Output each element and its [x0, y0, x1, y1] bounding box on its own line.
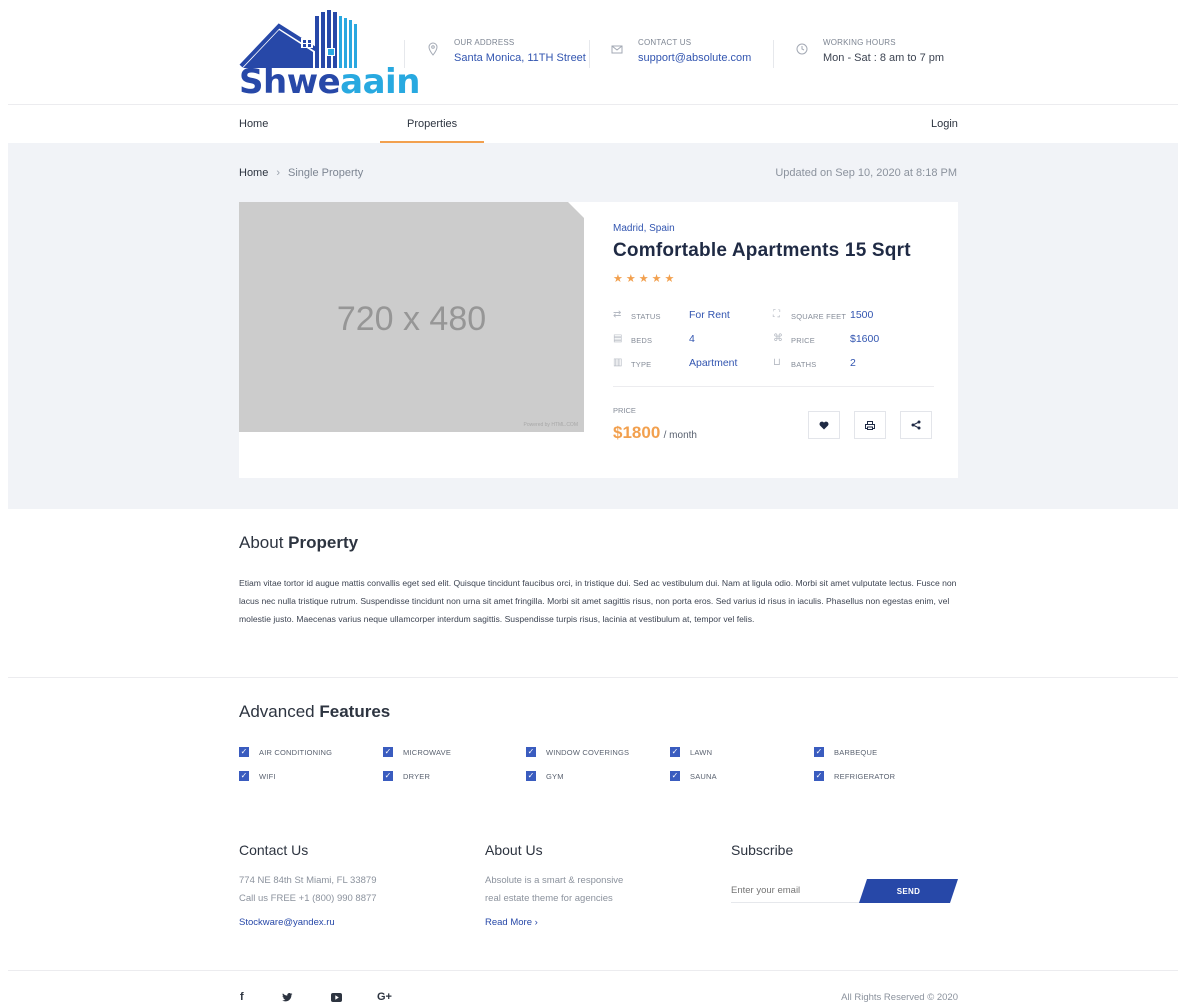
- checkbox-checked-icon: ✓: [383, 771, 393, 781]
- clock-icon: [796, 42, 810, 56]
- favorite-button[interactable]: [808, 411, 840, 439]
- spec-baths: ⊔ BATHS 2: [773, 357, 913, 371]
- spec-value: $1600: [850, 333, 880, 345]
- about-text: Etiam vitae tortor id augue mattis conva…: [239, 578, 957, 624]
- address-label: OUR ADDRESS: [454, 38, 515, 47]
- price-label: PRICE: [613, 406, 636, 415]
- read-more-link[interactable]: Read More ›: [485, 917, 538, 928]
- building-icon: ▥: [613, 357, 623, 368]
- property-image[interactable]: 720 x 480 Powered by HTML.COM: [239, 202, 584, 432]
- brand-name: Shweaain: [239, 62, 420, 102]
- copyright: All Rights Reserved © 2020: [841, 992, 958, 1003]
- spec-label: STATUS: [631, 312, 661, 321]
- footer-about-text: Absolute is a smart & responsive: [485, 875, 624, 886]
- nav-properties[interactable]: Properties: [407, 118, 457, 130]
- google-plus-icon[interactable]: G+: [377, 991, 392, 1003]
- spec-value: Apartment: [689, 357, 738, 369]
- checkbox-checked-icon: ✓: [814, 771, 824, 781]
- checkbox-checked-icon: ✓: [814, 747, 824, 757]
- spec-value: 1500: [850, 309, 874, 321]
- section-divider: [8, 677, 1178, 678]
- footer-about-text: real estate theme for agencies: [485, 893, 613, 904]
- tag-icon: ⌘: [773, 333, 783, 344]
- print-button[interactable]: [854, 411, 886, 439]
- hours-value: Mon - Sat : 8 am to 7 pm: [823, 52, 945, 64]
- subscribe-email-input[interactable]: [731, 879, 861, 903]
- property-title: Comfortable Apartments 15 Sqrt: [613, 240, 911, 261]
- checkbox-checked-icon: ✓: [526, 747, 536, 757]
- envelope-icon: [611, 42, 625, 56]
- breadcrumb-separator: ›: [276, 167, 281, 179]
- footer-email-link[interactable]: Stockware@yandex.ru: [239, 917, 335, 928]
- property-location[interactable]: Madrid, Spain: [613, 223, 675, 234]
- card-divider: [613, 386, 934, 387]
- footer-divider: [8, 970, 1178, 971]
- printer-icon: [865, 420, 875, 430]
- rating-stars: ★★★★★: [613, 273, 678, 285]
- page: Shweaain OUR ADDRESS Santa Monica, 11TH …: [0, 0, 1178, 1003]
- nav-home[interactable]: Home: [239, 118, 268, 130]
- breadcrumb-home[interactable]: Home: [239, 167, 268, 179]
- features-title: Advanced Features: [239, 702, 391, 721]
- area-icon: ⛶: [773, 309, 780, 320]
- price: $1800 / month: [613, 423, 697, 443]
- image-credit: Powered by HTML.COM: [523, 422, 578, 428]
- bed-icon: ▤: [613, 333, 623, 344]
- facebook-icon[interactable]: f: [240, 991, 244, 1003]
- spec-label: TYPE: [631, 360, 652, 369]
- address-value: Santa Monica, 11TH Street: [454, 52, 586, 64]
- spec-label: PRICE: [791, 336, 815, 345]
- subscribe-send-button[interactable]: SEND: [859, 879, 958, 903]
- spec-value: 2: [850, 357, 856, 369]
- map-pin-icon: [427, 42, 441, 56]
- brand-logo[interactable]: Shweaain: [239, 8, 420, 102]
- signpost-icon: ⇄: [613, 309, 622, 320]
- header-divider: [773, 40, 774, 68]
- footer-subscribe-title: Subscribe: [731, 842, 794, 858]
- checkbox-checked-icon: ✓: [670, 747, 680, 757]
- spec-status: ⇄ STATUS For Rent: [613, 309, 753, 323]
- spec-beds: ▤ BEDS 4: [613, 333, 753, 347]
- checkbox-checked-icon: ✓: [670, 771, 680, 781]
- youtube-icon[interactable]: [331, 991, 342, 1003]
- footer-contact-title: Contact Us: [239, 842, 309, 858]
- checkbox-checked-icon: ✓: [383, 747, 393, 757]
- spec-value: 4: [689, 333, 695, 345]
- hours-label: WORKING HOURS: [823, 38, 896, 47]
- nav-login[interactable]: Login: [931, 118, 958, 130]
- share-icon: [911, 420, 921, 430]
- spec-sqft: ⛶ SQUARE FEET 1500: [773, 309, 913, 323]
- header-divider: [589, 40, 590, 68]
- spec-type: ▥ TYPE Apartment: [613, 357, 753, 371]
- checkbox-checked-icon: ✓: [239, 747, 249, 757]
- contact-label: CONTACT US: [638, 38, 692, 47]
- footer-phone: Call us FREE +1 (800) 990 8877: [239, 893, 377, 904]
- spec-price: ⌘ PRICE $1600: [773, 333, 913, 347]
- footer-about-title: About Us: [485, 842, 543, 858]
- contact-email-link[interactable]: support@absolute.com: [638, 52, 751, 64]
- price-value: $1800: [613, 423, 661, 442]
- spec-value: For Rent: [689, 309, 730, 321]
- spec-label: BATHS: [791, 360, 817, 369]
- checkbox-checked-icon: ✓: [526, 771, 536, 781]
- checkbox-checked-icon: ✓: [239, 771, 249, 781]
- updated-timestamp: Updated on Sep 10, 2020 at 8:18 PM: [775, 167, 957, 179]
- image-placeholder-text: 720 x 480: [336, 300, 487, 338]
- header-divider: [404, 40, 405, 68]
- breadcrumb: Home › Single Property: [239, 167, 363, 179]
- spec-label: SQUARE FEET: [791, 312, 847, 321]
- share-button[interactable]: [900, 411, 932, 439]
- twitter-icon[interactable]: [282, 991, 293, 1003]
- spec-label: BEDS: [631, 336, 653, 345]
- price-unit: / month: [663, 430, 697, 441]
- heart-icon: [819, 421, 829, 429]
- building-logo-icon: [239, 10, 357, 68]
- footer-address: 774 NE 84th St Miami, FL 33879: [239, 875, 377, 886]
- nav-top-border: [8, 104, 1178, 105]
- breadcrumb-current: Single Property: [288, 167, 364, 179]
- about-title: About Property: [239, 533, 359, 552]
- bathtub-icon: ⊔: [773, 357, 781, 368]
